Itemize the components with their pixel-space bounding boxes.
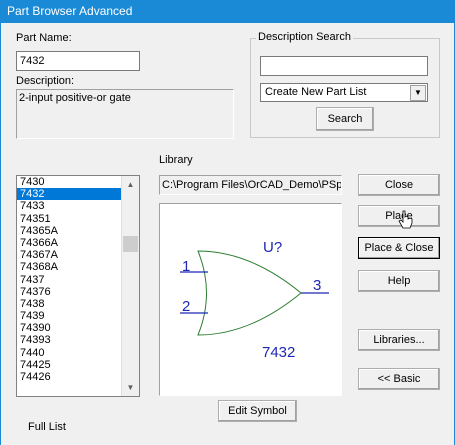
close-button-label: Close (384, 179, 414, 191)
libraries-button-label: Libraries... (373, 334, 425, 346)
parts-listbox[interactable]: 7430 7432 7433 74351 74365A 74366A 74367A 74368… (16, 175, 140, 397)
part-name-input[interactable]: 7432 (16, 51, 140, 71)
search-button[interactable]: Search (316, 107, 374, 131)
place-and-close-button-label: Place & Close (364, 242, 434, 254)
list-item[interactable]: 7430 (17, 176, 122, 188)
list-item[interactable]: 74390 (17, 322, 122, 334)
scroll-down-icon[interactable]: ▼ (122, 379, 139, 396)
part-list-dropdown[interactable]: Create New Part List ▼ (260, 83, 428, 102)
list-item[interactable]: 74426 (17, 371, 122, 383)
scroll-up-icon[interactable]: ▲ (122, 176, 139, 193)
list-item[interactable]: 74366A (17, 237, 122, 249)
list-item[interactable]: 74365A (17, 225, 122, 237)
description-label: Description: (16, 75, 75, 87)
pin-2-label: 2 (182, 298, 190, 315)
help-button[interactable]: Help (358, 270, 440, 292)
or-gate-symbol: 1 2 3 U? 7432 (180, 239, 329, 361)
list-item[interactable]: 7440 (17, 347, 122, 359)
parts-list-scrollbar[interactable]: ▲ ▼ (121, 176, 139, 396)
window-frame-left (0, 23, 1, 445)
scrollbar-thumb[interactable] (123, 236, 138, 252)
list-item[interactable]: 74351 (17, 213, 122, 225)
window-title: Part Browser Advanced (7, 4, 133, 18)
full-list-label: Full List (28, 421, 66, 433)
list-item[interactable]: 7437 (17, 274, 122, 286)
list-item[interactable]: 7432 (17, 188, 122, 201)
part-list-dropdown-value: Create New Part List (265, 86, 367, 98)
chevron-down-icon[interactable]: ▼ (410, 85, 426, 101)
list-item[interactable]: 74367A (17, 249, 122, 261)
description-box: 2-input positive-or gate (16, 89, 234, 139)
part-name-value: 7432 (20, 55, 45, 67)
edit-symbol-button-label: Edit Symbol (228, 405, 287, 417)
description-search-input[interactable] (260, 56, 428, 76)
list-item[interactable]: 74425 (17, 359, 122, 371)
place-and-close-button[interactable]: Place & Close (358, 237, 440, 259)
mouse-cursor-icon (398, 210, 413, 229)
list-item[interactable]: 74393 (17, 334, 122, 346)
list-item[interactable]: 74376 (17, 286, 122, 298)
part-value-label: 7432 (262, 344, 295, 361)
title-bar[interactable]: Part Browser Advanced (0, 0, 455, 23)
reference-designator: U? (263, 239, 282, 256)
basic-button-label: << Basic (377, 373, 421, 385)
list-item[interactable]: 74368A (17, 261, 122, 273)
library-path: C:\Program Files\OrCAD_Demo\PSpic (162, 179, 342, 191)
library-path-box: C:\Program Files\OrCAD_Demo\PSpic (159, 175, 342, 195)
list-item[interactable]: 7438 (17, 298, 122, 310)
description-text: 2-input positive-or gate (19, 92, 131, 104)
pin-1-label: 1 (182, 258, 190, 275)
pin-3-label: 3 (313, 277, 321, 294)
description-search-title: Description Search (256, 31, 353, 43)
or-gate-outline (197, 250, 302, 336)
list-item[interactable]: 7439 (17, 310, 122, 322)
symbol-preview: 1 2 3 U? 7432 (159, 203, 342, 396)
basic-button[interactable]: << Basic (358, 368, 440, 390)
edit-symbol-button[interactable]: Edit Symbol (218, 400, 297, 422)
close-button[interactable]: Close (358, 174, 440, 196)
help-button-label: Help (387, 275, 411, 287)
libraries-button[interactable]: Libraries... (358, 329, 440, 351)
parts-list-items: 7430 7432 7433 74351 74365A 74366A 74367A 74368… (17, 176, 122, 383)
part-name-label: Part Name: (16, 32, 72, 44)
library-label: Library (159, 154, 193, 166)
list-item[interactable]: 7433 (17, 200, 122, 212)
search-button-label: Search (327, 113, 363, 125)
